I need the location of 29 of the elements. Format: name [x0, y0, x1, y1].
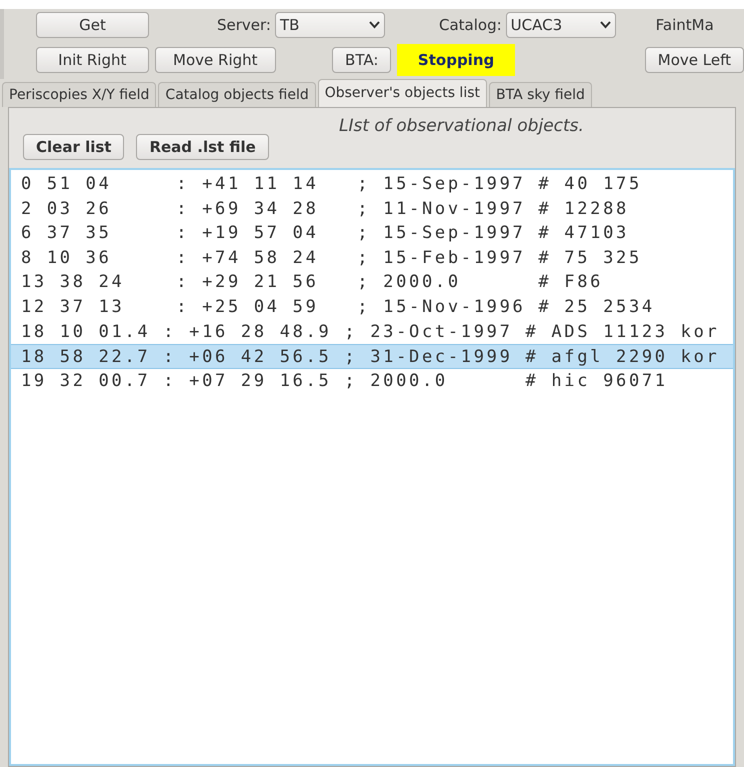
bta-button[interactable]: BTA:: [332, 47, 392, 73]
panel-button[interactable]: Read .lst file: [136, 134, 269, 160]
get-button[interactable]: Get: [36, 12, 149, 38]
list-row[interactable]: 6 37 35 : +19 57 04 ; 15-Sep-1997 # 47103: [11, 221, 733, 246]
chevron-down-icon: [368, 21, 380, 29]
list-row[interactable]: 2 03 26 : +69 34 28 ; 11-Nov-1997 # 12288: [11, 196, 733, 222]
list-row[interactable]: 18 10 01.4 : +16 28 48.9 ; 23-Oct-1997 # ADS 11123 kor: [11, 320, 733, 344]
move-right-button[interactable]: Move Right: [154, 47, 276, 73]
list-row[interactable]: 8 10 36 : +74 58 24 ; 15-Feb-1997 # 75 325: [11, 246, 733, 270]
catalog-label: Catalog:: [438, 14, 502, 36]
tab[interactable]: Catalog objects field: [158, 82, 316, 107]
panel-button[interactable]: Clear list: [23, 134, 124, 160]
server-label: Server:: [217, 14, 271, 36]
init-right-button[interactable]: Init Right: [36, 47, 149, 73]
panel-title: LIst of observational objects.: [339, 115, 584, 138]
bta-status: Stopping: [397, 44, 515, 76]
list-row[interactable]: 18 58 22.7 : +06 42 56.5 ; 31-Dec-1999 # afgl 2290 kor: [11, 344, 733, 369]
list-row[interactable]: 12 37 13 : +25 04 59 ; 15-Nov-1996 # 25 2534: [11, 294, 733, 320]
catalog-dropdown[interactable]: UCAC3: [506, 12, 616, 38]
list-row[interactable]: 19 32 00.7 : +07 29 16.5 ; 2000.0 # hic 96071: [11, 368, 733, 394]
tab[interactable]: Periscopies X/Y field: [2, 82, 156, 107]
list-row[interactable]: 0 51 04 : +41 11 14 ; 15-Sep-1997 # 40 175: [11, 172, 733, 197]
tab[interactable]: Observer's objects list: [318, 79, 487, 107]
server-dropdown[interactable]: TB: [274, 12, 385, 38]
move-left-button[interactable]: Move Left: [644, 47, 744, 73]
tab[interactable]: BTA sky field: [489, 82, 592, 107]
list-row[interactable]: 13 38 24 : +29 21 56 ; 2000.0 # F86: [11, 270, 733, 295]
faint-mag-label: FaintMa: [656, 14, 714, 36]
chevron-down-icon: [600, 21, 611, 29]
